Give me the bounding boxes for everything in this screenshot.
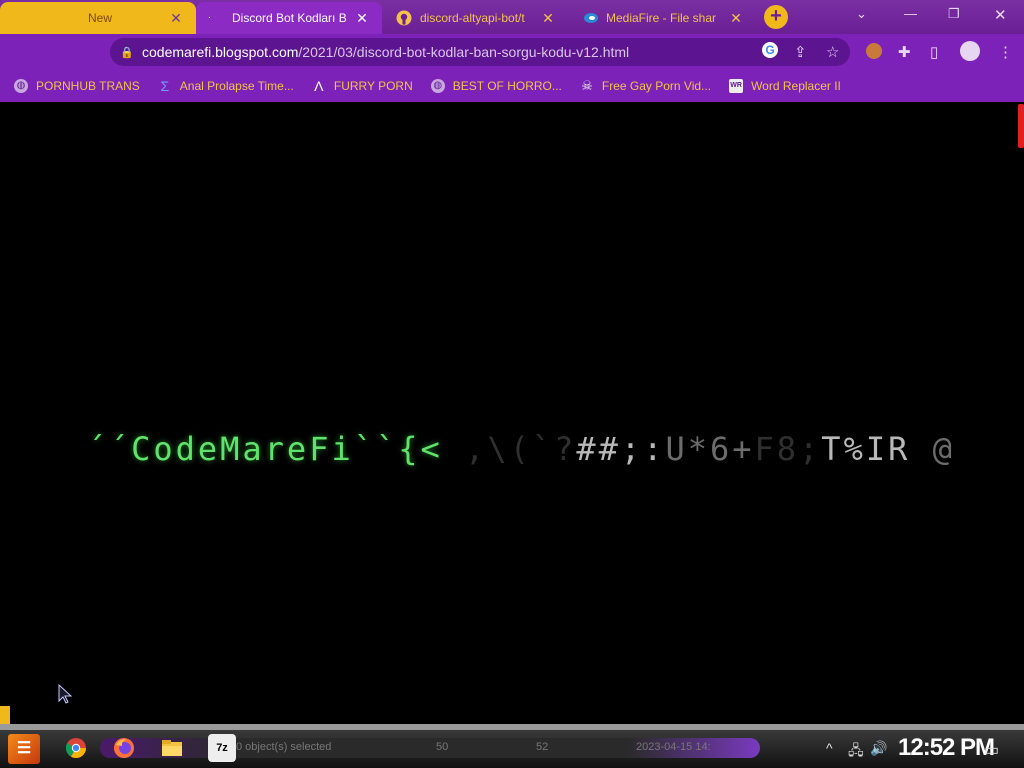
bookmark-label: PORNHUB TRANS bbox=[36, 79, 140, 93]
start-button[interactable]: ☰ bbox=[8, 734, 40, 764]
google-lens-icon[interactable]: G bbox=[762, 42, 778, 58]
bookmark-label: FURRY PORN bbox=[333, 79, 413, 93]
tray-chevron-icon[interactable]: ^ bbox=[826, 740, 833, 756]
share-icon[interactable]: ⇪ bbox=[794, 43, 807, 61]
bookmarks-bar: ◍ PORNHUB TRANS Σ Anal Prolapse Time... ΛF… bbox=[0, 70, 1024, 102]
side-panel-icon[interactable]: ▯ bbox=[930, 43, 938, 61]
bookmark-label: Word Replacer II bbox=[751, 79, 841, 93]
code-text-segment: `? bbox=[531, 430, 577, 468]
tab-title: New bbox=[88, 11, 113, 25]
profile-avatar-icon[interactable] bbox=[960, 41, 980, 61]
status-value-2: 52 bbox=[536, 741, 549, 753]
tab-new[interactable]: New ✕ bbox=[0, 2, 196, 34]
status-date: 2023-04-15 14: bbox=[636, 741, 711, 753]
lambda-icon: Λ bbox=[314, 78, 324, 94]
bookmark-item[interactable]: ◍ PORNHUB TRANS bbox=[14, 79, 140, 93]
tab-discord-bot-kodlari[interactable]: . Discord Bot Kodları B ✕ bbox=[196, 2, 382, 34]
bookmark-label: Free Gay Porn Vid... bbox=[601, 79, 712, 93]
bookmark-item[interactable]: ☠ Free Gay Porn Vid... bbox=[580, 78, 712, 94]
tab-github[interactable]: discord-altyapi-bot/t ✕ bbox=[384, 2, 568, 34]
file-explorer-icon[interactable] bbox=[158, 734, 186, 762]
code-text-segment: ´´CodeMareFi``{< bbox=[86, 430, 443, 468]
tab-mediafire[interactable]: MediaFire - File shar ✕ bbox=[570, 2, 756, 34]
restore-icon[interactable]: ❐ bbox=[948, 6, 960, 22]
firefox-icon[interactable] bbox=[110, 734, 138, 762]
sevenzip-icon[interactable]: 7z bbox=[208, 734, 236, 762]
bookmark-item[interactable]: Σ Anal Prolapse Time... bbox=[158, 78, 294, 94]
status-value-1: 50 bbox=[436, 741, 449, 753]
code-text-segment: @ bbox=[932, 430, 955, 468]
tab-search-icon[interactable]: ⌄ bbox=[856, 6, 867, 22]
url-path: /2021/03/discord-bot-kodlar-ban-sorgu-ko… bbox=[298, 44, 630, 60]
bookmark-label: Anal Prolapse Time... bbox=[179, 79, 294, 93]
address-bar[interactable]: 🔒 codemarefi.blogspot.com/2021/03/discor… bbox=[110, 38, 850, 66]
lock-icon: 🔒 bbox=[120, 46, 134, 59]
scrollbar-thumb[interactable] bbox=[1018, 104, 1024, 148]
bookmark-item[interactable]: WR Word Replacer II bbox=[729, 79, 841, 93]
side-handle[interactable] bbox=[0, 706, 10, 726]
code-text-segment: F8; bbox=[754, 430, 822, 468]
page-icon: . bbox=[208, 10, 211, 21]
url-text[interactable]: codemarefi.blogspot.com/2021/03/discord-… bbox=[142, 44, 629, 60]
extension-avatar-icon[interactable] bbox=[866, 43, 882, 59]
mouse-cursor-icon bbox=[58, 684, 73, 704]
network-icon[interactable]: 🖧 bbox=[848, 740, 864, 764]
notification-icon[interactable]: ▭ bbox=[984, 740, 999, 760]
globe-icon: ◍ bbox=[14, 79, 28, 93]
globe-icon: ◍ bbox=[430, 79, 445, 93]
close-icon[interactable]: ✕ bbox=[728, 10, 744, 27]
skull-icon: ☠ bbox=[581, 78, 593, 93]
url-domain: codemarefi.blogspot.com bbox=[142, 44, 299, 60]
close-icon[interactable]: ✕ bbox=[354, 10, 370, 27]
code-text-segment: U*6+ bbox=[665, 430, 755, 468]
bookmark-item[interactable]: Λ FURRY PORN bbox=[312, 79, 413, 93]
volume-icon[interactable]: 🔊 bbox=[870, 740, 887, 757]
new-tab-button[interactable]: + bbox=[764, 5, 788, 29]
bookmark-star-icon[interactable]: ☆ bbox=[826, 43, 839, 61]
extensions-puzzle-icon[interactable]: ✚ bbox=[898, 43, 911, 61]
minimize-icon[interactable]: — bbox=[904, 6, 917, 21]
close-window-icon[interactable]: ✕ bbox=[994, 6, 1007, 24]
taskbar-clock[interactable]: 12:52 PM bbox=[898, 734, 995, 762]
chrome-icon[interactable] bbox=[62, 734, 90, 762]
close-icon[interactable]: ✕ bbox=[540, 10, 556, 27]
code-text-segment: ##;: bbox=[576, 430, 666, 468]
tab-title: MediaFire - File shar bbox=[606, 11, 717, 25]
bookmark-label: BEST OF HORRO... bbox=[452, 79, 562, 93]
browser-toolbar: 🔒 codemarefi.blogspot.com/2021/03/discor… bbox=[0, 34, 1024, 70]
bookmark-item[interactable]: ◍ BEST OF HORRO... bbox=[430, 79, 562, 93]
mediafire-icon bbox=[584, 13, 598, 23]
code-text-segment: T%IR bbox=[821, 430, 933, 468]
tab-title: Discord Bot Kodları B bbox=[232, 11, 347, 25]
close-icon[interactable]: ✕ bbox=[168, 10, 184, 27]
github-icon bbox=[396, 10, 412, 26]
menu-kebab-icon[interactable]: ⋮ bbox=[998, 43, 1013, 61]
tab-title: discord-altyapi-bot/t bbox=[420, 11, 525, 25]
code-text-segment: ,\( bbox=[442, 430, 532, 468]
code-animation-text: ´´CodeMareFi``{< ,\(`?##;:U*6+F8;T%IR @ bbox=[42, 392, 955, 468]
status-selection-text: 0 object(s) selected bbox=[236, 741, 332, 753]
sigma-icon: Σ bbox=[160, 78, 170, 94]
wr-icon: WR bbox=[729, 79, 744, 93]
